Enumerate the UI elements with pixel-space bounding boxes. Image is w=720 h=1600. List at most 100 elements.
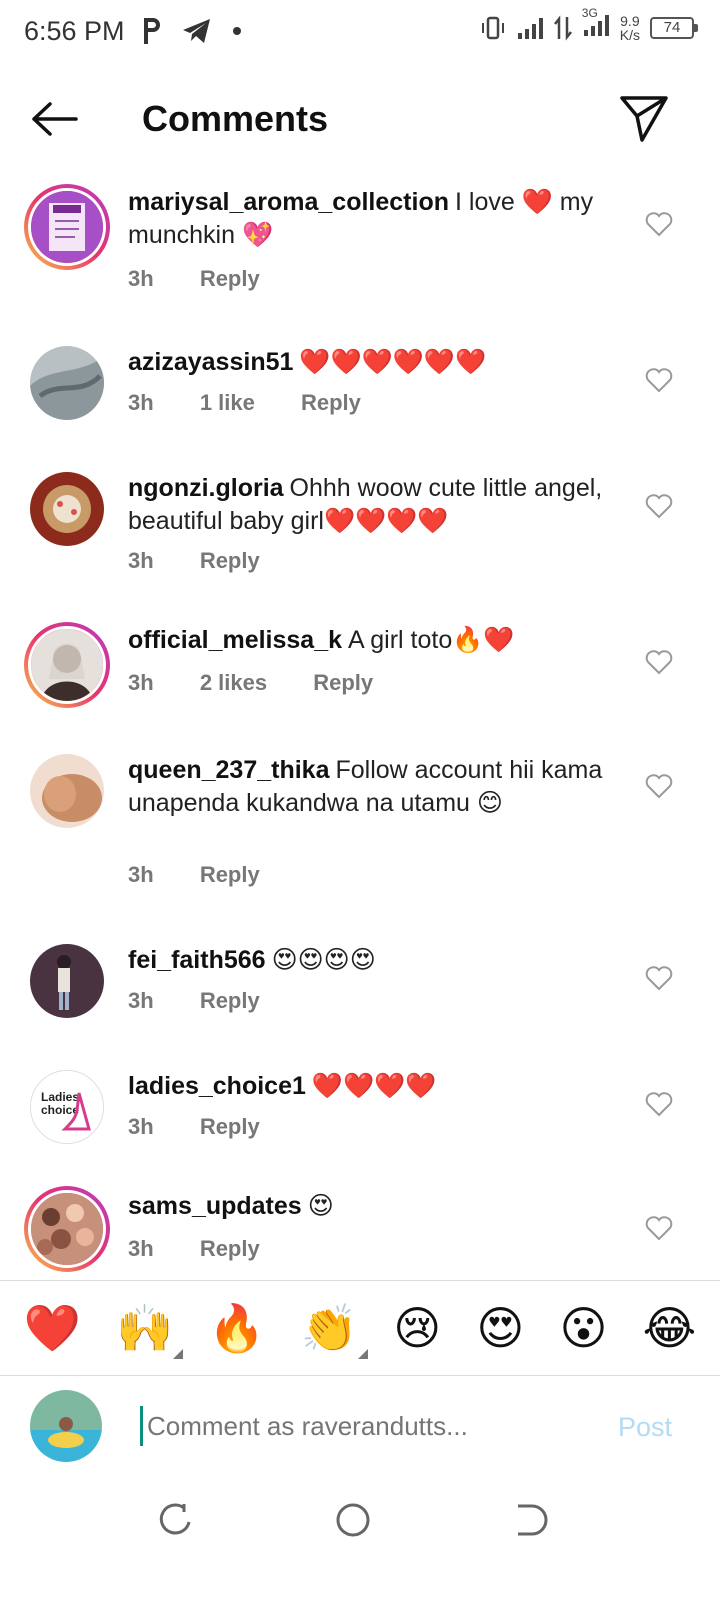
- avatar-image: [30, 1390, 102, 1462]
- comment-input[interactable]: [140, 1406, 580, 1446]
- heart-icon[interactable]: [644, 1090, 674, 1118]
- heart-icon[interactable]: [644, 492, 674, 520]
- avatar-image: [30, 346, 104, 420]
- system-nav-bar: [0, 1490, 720, 1600]
- like-count[interactable]: 2 likes: [200, 670, 267, 695]
- comment-body: ngonzi.gloria Ohhh woow cute little angel…: [128, 472, 618, 538]
- emoji-heart-button[interactable]: ❤️: [24, 1303, 81, 1353]
- comment-body: fei_faith566 😍😍😍😍: [128, 944, 618, 977]
- reply-button[interactable]: Reply: [200, 266, 260, 291]
- my-avatar: [30, 1390, 102, 1462]
- heart-icon[interactable]: [644, 1214, 674, 1242]
- comment-meta: 3h 2 likes Reply: [128, 670, 413, 696]
- reply-button[interactable]: Reply: [200, 1236, 260, 1261]
- reply-button[interactable]: Reply: [200, 862, 260, 887]
- reply-button[interactable]: Reply: [200, 1114, 260, 1139]
- avatar[interactable]: [30, 944, 104, 1018]
- p-app-icon: [144, 18, 160, 44]
- comment-username[interactable]: official_melissa_k: [128, 626, 342, 654]
- emoji-clap-button[interactable]: 👏: [300, 1302, 369, 1359]
- emoji-raising-hands-glyph: 🙌: [115, 1302, 174, 1354]
- comment-body: azizayassin51 ❤️❤️❤️❤️❤️❤️: [128, 346, 618, 379]
- comment-body: queen_237_thika Follow account hii kama u…: [128, 754, 618, 820]
- comment-body: official_melissa_k A girl toto🔥❤️: [128, 624, 618, 657]
- avatar-image: [31, 1193, 103, 1265]
- avatar[interactable]: [24, 184, 110, 270]
- comment-meta: 3h Reply: [128, 862, 300, 888]
- comment-text: 😍😍😍😍: [271, 946, 376, 974]
- post-button[interactable]: Post: [618, 1412, 672, 1443]
- comment-username[interactable]: ladies_choice1: [128, 1072, 306, 1100]
- avatar-logo-line1: Ladies: [41, 1090, 79, 1104]
- avatar[interactable]: [30, 472, 104, 546]
- reply-button[interactable]: Reply: [200, 548, 260, 573]
- comment-username[interactable]: fei_faith566: [128, 946, 266, 974]
- reply-button[interactable]: Reply: [313, 670, 373, 695]
- avatar-image: [30, 472, 104, 546]
- comment-username[interactable]: azizayassin51: [128, 348, 293, 376]
- avatar-image: [30, 754, 104, 828]
- battery-icon: 74: [650, 16, 698, 39]
- back-nav-icon[interactable]: [510, 1500, 550, 1540]
- emoji-crying-button[interactable]: 😢: [393, 1303, 441, 1353]
- emoji-reaction-bar: ❤️ 🙌 🔥 👏 😢 😍 😮 😂: [0, 1280, 720, 1376]
- comment-text: ❤️❤️❤️❤️❤️❤️: [299, 348, 487, 376]
- heart-icon[interactable]: [644, 772, 674, 800]
- network-type: 3G: [581, 6, 598, 20]
- comment-meta: 3h 1 like Reply: [128, 390, 401, 416]
- reply-button[interactable]: Reply: [200, 988, 260, 1013]
- data-transfer-icon: [553, 14, 572, 41]
- emoji-raising-hands-button[interactable]: 🙌: [115, 1302, 184, 1359]
- heart-icon[interactable]: [644, 210, 674, 238]
- comment-meta: 3h Reply: [128, 266, 300, 292]
- emoji-clap-glyph: 👏: [300, 1302, 359, 1354]
- telegram-icon: [183, 19, 210, 43]
- emoji-joy-button[interactable]: 😂: [643, 1303, 697, 1353]
- comment-meta: 3h Reply: [128, 988, 300, 1014]
- comment-time: 3h: [128, 1114, 154, 1139]
- home-icon[interactable]: [333, 1500, 373, 1540]
- avatar-image: Ladies choice: [31, 1071, 103, 1143]
- notification-dot-icon: [233, 27, 241, 35]
- comment-time: 3h: [128, 1236, 154, 1261]
- comment-time: 3h: [128, 390, 154, 415]
- heart-icon[interactable]: [644, 366, 674, 394]
- reply-button[interactable]: Reply: [301, 390, 361, 415]
- comment-meta: 3h Reply: [128, 1114, 300, 1140]
- comment-text: 😍: [307, 1192, 334, 1220]
- recent-apps-icon[interactable]: [156, 1500, 196, 1540]
- comment-time: 3h: [128, 548, 154, 573]
- back-arrow-icon[interactable]: [30, 96, 82, 142]
- send-icon[interactable]: [618, 92, 670, 144]
- net-speed-value: 9.9: [620, 12, 640, 29]
- comment-time: 3h: [128, 988, 154, 1013]
- comment-meta: 3h Reply: [128, 1236, 300, 1262]
- heart-icon[interactable]: [644, 648, 674, 676]
- vibrate-icon: [481, 16, 504, 39]
- signal-icon: [517, 17, 543, 39]
- emoji-fire-button[interactable]: 🔥: [208, 1303, 265, 1353]
- emoji-surprised-button[interactable]: 😮: [559, 1303, 607, 1353]
- avatar-image: [31, 629, 103, 701]
- comment-username[interactable]: queen_237_thika: [128, 756, 330, 784]
- avatar[interactable]: [30, 346, 104, 420]
- comment-text: A girl toto🔥❤️: [348, 626, 515, 654]
- status-time: 6:56 PM: [24, 16, 125, 46]
- comment-username[interactable]: ngonzi.gloria: [128, 474, 284, 502]
- heart-icon[interactable]: [644, 964, 674, 992]
- avatar[interactable]: [24, 1186, 110, 1272]
- like-count[interactable]: 1 like: [200, 390, 255, 415]
- page-title: Comments: [142, 98, 329, 139]
- avatar-logo-line2: choice: [41, 1103, 79, 1117]
- net-speed-unit: K/s: [619, 26, 640, 43]
- comment-username[interactable]: mariysal_aroma_collection: [128, 188, 449, 216]
- comment-username[interactable]: sams_updates: [128, 1192, 302, 1220]
- avatar[interactable]: Ladies choice: [30, 1070, 104, 1144]
- avatar[interactable]: [24, 622, 110, 708]
- comment-text: ❤️❤️❤️❤️: [311, 1072, 437, 1100]
- comment-meta: 3h Reply: [128, 548, 300, 574]
- comment-body: ladies_choice1 ❤️❤️❤️❤️: [128, 1070, 618, 1103]
- avatar[interactable]: [30, 754, 104, 828]
- signal-3g: 3G: [582, 6, 610, 43]
- emoji-heart-eyes-button[interactable]: 😍: [476, 1303, 524, 1353]
